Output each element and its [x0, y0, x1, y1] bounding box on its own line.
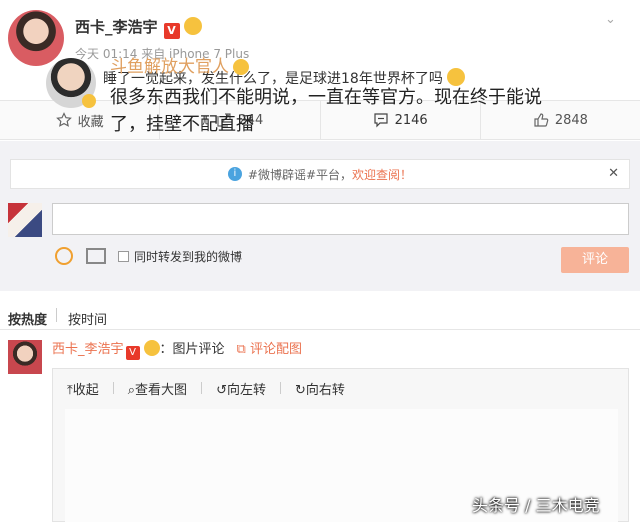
close-icon[interactable]: ✕: [608, 166, 619, 181]
notice-text: #微博辟谣#平台，: [247, 167, 353, 182]
comment-avatar[interactable]: [8, 340, 42, 374]
forward-checkbox-label[interactable]: 同时转发到我的微博: [134, 248, 242, 265]
emoji-badge-icon: [233, 59, 249, 75]
submit-comment-button[interactable]: 评论: [561, 247, 629, 273]
verified-badge-icon: [82, 94, 96, 108]
toolbar-divider: [279, 382, 281, 394]
view-large-label: 查看大图: [135, 383, 188, 398]
rotate-left-label: 向左转: [226, 383, 266, 398]
comment-image-link-label: 评论配图: [249, 342, 302, 357]
chevron-down-icon[interactable]: ⌄: [605, 12, 625, 27]
sort-tabs: 按热度 按时间: [0, 300, 640, 330]
image-person-name: 斗鱼解放大官人: [110, 52, 249, 77]
post-author-line: 西卡_李浩宇 V: [75, 16, 202, 39]
vip-badge-icon: V: [163, 23, 180, 39]
smiley-icon[interactable]: [55, 247, 73, 265]
author-avatar[interactable]: [8, 10, 64, 66]
comment-type-label: ：图片评论: [159, 342, 225, 357]
my-avatar: [8, 203, 42, 237]
comment-header: 西卡_李浩宇 V ：图片评论 ⧉ 评论配图: [52, 338, 302, 360]
tab-sort-hot[interactable]: 按热度: [8, 309, 47, 328]
favorite-label: 收藏: [77, 114, 104, 130]
rotate-left-button[interactable]: ↺向左转: [216, 379, 266, 398]
emoji-badge-icon: [183, 17, 202, 35]
comment-image-link[interactable]: ⧉ 评论配图: [237, 342, 302, 357]
image-comment-text: 很多东西我们不能明说，一直在等官方。现在终于能说了，挂壁不配直播: [110, 87, 542, 135]
notice-link[interactable]: 欢迎查阅！: [352, 166, 412, 183]
post-author-name[interactable]: 西卡_李浩宇: [75, 18, 158, 36]
magnifier-icon: ⌕: [127, 383, 136, 398]
rotate-right-label: 向右转: [305, 383, 345, 398]
tab-sort-time[interactable]: 按时间: [68, 309, 107, 328]
tab-divider: [56, 308, 57, 322]
rumor-notice: i #微博辟谣#平台， 欢迎查阅！ ✕: [10, 159, 630, 189]
toolbar-divider: [112, 382, 114, 394]
emoji-badge-icon: [143, 340, 160, 356]
rotate-right-icon: ↻: [294, 383, 306, 398]
weibo-post-card: 西卡_李浩宇 V ⌄ 今天 01:14 来自 iPhone 7 Plus 。。。睡…: [0, 0, 640, 522]
collapse-label: 收起: [72, 383, 99, 398]
image-link-icon: ⧉: [236, 342, 250, 357]
image-icon[interactable]: [86, 248, 106, 264]
like-count: 2848: [554, 112, 588, 128]
star-icon: [55, 112, 72, 127]
preview-toolbar: ⤒收起 ⌕查看大图 ↺向左转 ↻向右转: [67, 379, 345, 398]
rotate-left-icon: ↺: [216, 383, 227, 398]
toolbar-divider: [201, 382, 203, 394]
watermark: 头条号 / 三木电竞: [472, 496, 600, 515]
info-icon: i: [227, 167, 242, 181]
collapse-button[interactable]: ⤒收起: [67, 379, 99, 398]
vip-badge-icon: V: [125, 346, 140, 360]
comment-input[interactable]: [52, 203, 629, 235]
forward-checkbox[interactable]: [118, 251, 129, 262]
view-large-button[interactable]: ⌕查看大图: [128, 379, 187, 398]
comment-composer: i #微博辟谣#平台， 欢迎查阅！ ✕ 同时转发到我的微博 评论: [0, 141, 640, 291]
comment-author[interactable]: 西卡_李浩宇: [52, 342, 124, 357]
image-person-name-text: 斗鱼解放大官人: [110, 57, 229, 77]
rotate-right-button[interactable]: ↻向右转: [295, 379, 345, 398]
